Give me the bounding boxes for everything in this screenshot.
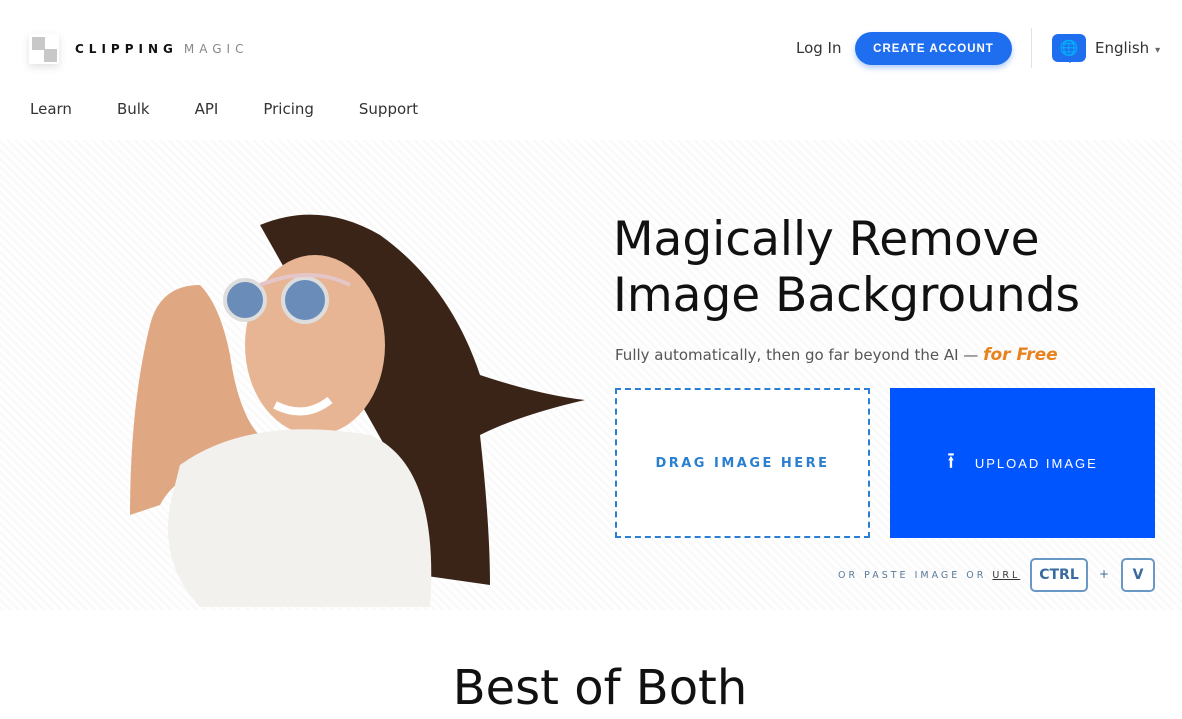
main-nav: Learn Bulk API Pricing Support <box>30 100 463 118</box>
upload-label: UPLOAD IMAGE <box>974 455 1098 471</box>
nav-pricing[interactable]: Pricing <box>263 100 314 118</box>
header-divider <box>1031 28 1032 68</box>
logo-text-light: MAGIC <box>183 42 249 56</box>
hero-photo-woman <box>130 214 585 607</box>
language-label: English <box>1095 39 1150 57</box>
upload-image-button[interactable]: ⭱ UPLOAD IMAGE <box>890 388 1155 538</box>
nav-bulk[interactable]: Bulk <box>117 100 150 118</box>
nav-support[interactable]: Support <box>359 100 418 118</box>
paste-hint: OR PASTE IMAGE OR URL <box>838 570 1020 581</box>
plus-sign: + <box>1099 567 1110 581</box>
paste-url-link[interactable]: URL <box>992 570 1020 581</box>
subtitle-text: Fully automatically, then go far beyond … <box>615 346 979 364</box>
hero-title: Magically Remove Image Backgrounds <box>613 212 1080 324</box>
hero-subtitle: Fully automatically, then go far beyond … <box>615 345 1058 365</box>
globe-icon[interactable]: 🌐 <box>1052 34 1086 63</box>
create-account-button[interactable]: CREATE ACCOUNT <box>855 32 1012 65</box>
ctrl-key: CTRL <box>1030 558 1088 592</box>
v-key: V <box>1121 558 1155 592</box>
subtitle-highlight: for Free <box>983 345 1058 365</box>
logo-text-bold: CLIPPING <box>75 42 178 56</box>
logo-mark-icon <box>29 34 59 64</box>
paste-text: OR PASTE IMAGE OR <box>838 570 987 581</box>
chevron-down-icon: ▾ <box>1155 45 1161 56</box>
logo[interactable]: CLIPPING MAGIC <box>29 34 248 64</box>
drag-drop-zone[interactable]: DRAG IMAGE HERE <box>615 388 870 538</box>
section-title: Best of Both <box>452 660 748 716</box>
nav-learn[interactable]: Learn <box>30 100 72 118</box>
upload-icon: ⭱ <box>947 448 957 473</box>
nav-api[interactable]: API <box>195 100 219 118</box>
hero-title-line2: Image Backgrounds <box>613 268 1081 323</box>
hero-title-line1: Magically Remove <box>613 212 1040 267</box>
login-link[interactable]: Log In <box>796 39 842 57</box>
language-selector[interactable]: English ▾ <box>1095 39 1160 57</box>
drag-label: DRAG IMAGE HERE <box>655 455 830 471</box>
